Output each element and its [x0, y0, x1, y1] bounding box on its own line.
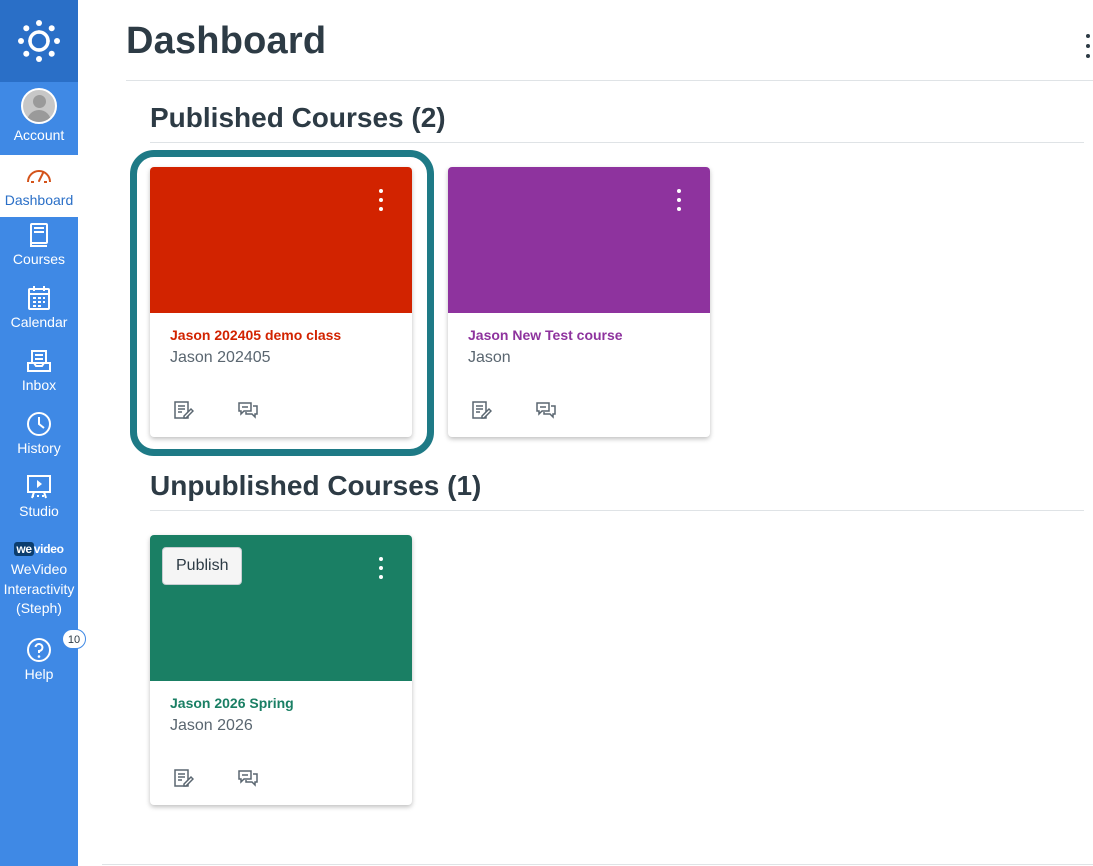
course-card-title[interactable]: Jason New Test course: [468, 327, 623, 343]
help-icon: 10: [26, 629, 86, 663]
calendar-icon: [26, 285, 52, 311]
discussions-icon[interactable]: [535, 399, 557, 421]
nav-label: WeVideo Interactivity (Steph): [3, 561, 75, 616]
nav-item-calendar[interactable]: Calendar: [0, 285, 78, 345]
avatar: [21, 88, 57, 124]
footer-divider: [102, 864, 1093, 865]
nav-label: History: [17, 440, 61, 456]
dashboard-options-kebab-icon[interactable]: [1080, 34, 1093, 58]
header-divider: [126, 80, 1093, 81]
course-card-title[interactable]: Jason 202405 demo class: [170, 327, 341, 343]
nav-label: Calendar: [10, 314, 68, 330]
nav-label: Courses: [12, 251, 66, 267]
nav-item-courses[interactable]: Courses: [0, 222, 78, 282]
nav-item-studio[interactable]: Studio: [0, 474, 78, 534]
section-divider: [150, 510, 1084, 511]
nav-item-account[interactable]: Account: [0, 88, 78, 152]
discussions-icon[interactable]: [237, 399, 259, 421]
discussions-icon[interactable]: [237, 767, 259, 789]
published-courses-heading: Published Courses (2): [150, 102, 446, 133]
help-count-badge: 10: [62, 629, 86, 649]
courses-book-icon: [26, 222, 52, 248]
nav-item-wevideo[interactable]: we video WeVideo Interactivity (Steph): [0, 540, 78, 624]
course-card-header[interactable]: [150, 167, 412, 313]
nav-item-help[interactable]: 10 Help: [0, 629, 86, 687]
course-card-term: Jason: [468, 349, 511, 366]
course-card-term: Jason 202405: [170, 349, 271, 366]
history-clock-icon: [26, 411, 52, 437]
course-card[interactable]: Jason New Test course Jason: [448, 167, 710, 437]
course-card-header[interactable]: [448, 167, 710, 313]
unpublished-courses-heading: Unpublished Courses (1): [150, 470, 482, 501]
publish-button[interactable]: Publish: [162, 547, 243, 585]
course-card-title[interactable]: Jason 2026 Spring: [170, 695, 294, 711]
wevideo-logo-icon: we video: [14, 542, 64, 556]
nav-item-dashboard[interactable]: Dashboard: [0, 155, 78, 217]
card-options-kebab-icon[interactable]: [376, 557, 386, 579]
inbox-icon: [26, 348, 52, 374]
assignments-icon[interactable]: [172, 399, 195, 421]
card-options-kebab-icon[interactable]: [674, 189, 684, 211]
course-card[interactable]: Jason 202405 demo class Jason 202405: [150, 167, 412, 437]
course-card-term: Jason 2026: [170, 717, 253, 734]
assignments-icon[interactable]: [470, 399, 493, 421]
global-nav: Account Dashboard Courses Calendar Inbox…: [0, 0, 86, 866]
dashboard-gauge-icon: [26, 163, 52, 189]
studio-video-icon: [26, 474, 52, 500]
section-divider: [150, 142, 1084, 143]
nav-item-inbox[interactable]: Inbox: [0, 348, 78, 408]
card-options-kebab-icon[interactable]: [376, 189, 386, 211]
nav-label: Inbox: [21, 377, 57, 393]
assignments-icon[interactable]: [172, 767, 195, 789]
nav-label: Help: [24, 666, 54, 682]
page-title: Dashboard: [126, 20, 327, 62]
nav-label: Dashboard: [4, 192, 74, 208]
canvas-logo-icon[interactable]: [0, 0, 78, 82]
nav-item-history[interactable]: History: [0, 411, 78, 471]
nav-label: Studio: [19, 503, 59, 519]
course-card[interactable]: Publish Jason 2026 Spring Jason 2026: [150, 535, 412, 805]
nav-label: Account: [13, 127, 65, 143]
